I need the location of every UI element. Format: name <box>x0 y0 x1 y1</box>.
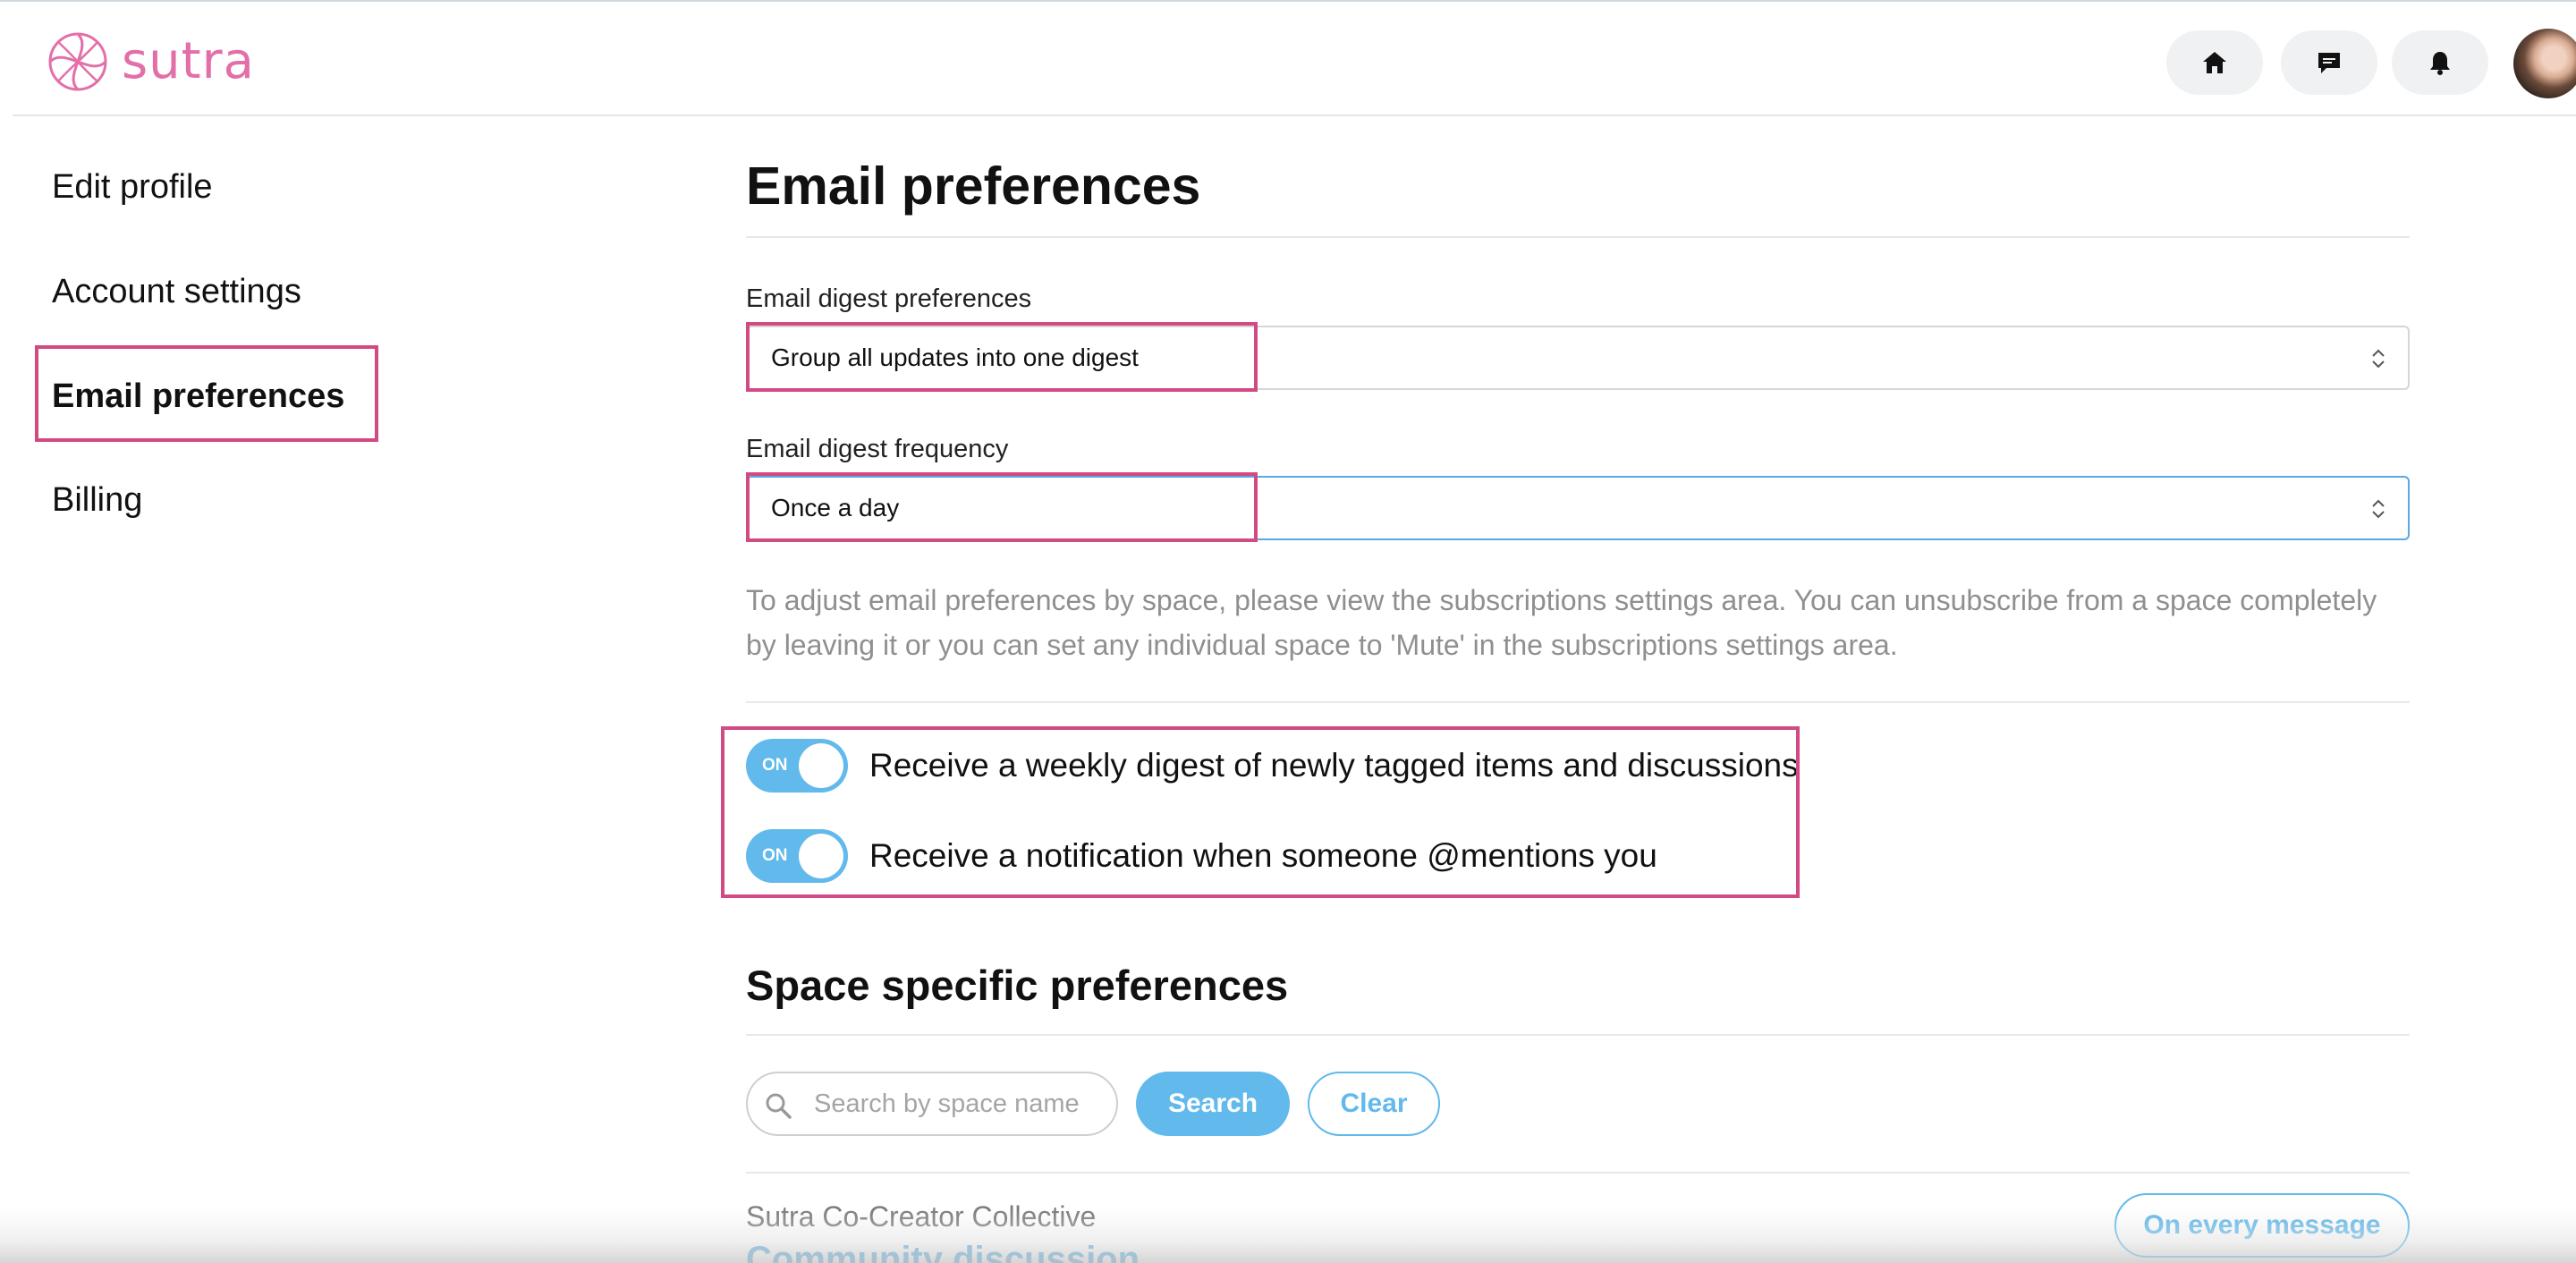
sutra-logo-icon <box>48 32 107 91</box>
space-preferences-title: Space specific preferences <box>746 962 1289 1009</box>
mentions-toggle[interactable]: ON <box>746 829 848 883</box>
sidebar-item-billing[interactable]: Billing <box>52 481 142 520</box>
sutra-logo[interactable]: sutra <box>47 30 255 93</box>
toggle-knob <box>799 834 843 878</box>
mentions-label: Receive a notification when someone @men… <box>869 837 1657 874</box>
help-divider <box>746 701 2410 703</box>
weekly-digest-toggle[interactable]: ON <box>746 739 848 793</box>
search-icon <box>766 1093 792 1119</box>
bell-icon <box>2430 52 2450 75</box>
page-title: Email preferences <box>746 157 1201 216</box>
section-divider <box>746 1034 2410 1036</box>
toggle-knob <box>799 743 843 788</box>
toggle-state: ON <box>762 846 788 865</box>
digest-preferences-value: Group all updates into one digest <box>771 343 1139 371</box>
digest-frequency-select[interactable]: Once a day <box>746 476 2410 540</box>
weekly-digest-label: Receive a weekly digest of newly tagged … <box>869 747 1799 784</box>
list-divider <box>746 1172 2410 1174</box>
mentions-toggle-row[interactable]: ON Receive a notification when someone @… <box>746 829 1657 883</box>
notifications-button[interactable] <box>2392 30 2488 95</box>
help-text: To adjust email preferences by space, pl… <box>746 584 2377 661</box>
home-button[interactable] <box>2166 30 2263 95</box>
app-window: sutra Edit profile Account settings Emai… <box>0 0 2576 1263</box>
sidebar-highlight-box <box>35 345 378 442</box>
clear-button[interactable]: Clear <box>1308 1072 1440 1136</box>
select-chevron-icon <box>2372 499 2385 519</box>
search-button[interactable]: Search <box>1136 1072 1290 1136</box>
digest-preferences-select[interactable]: Group all updates into one digest <box>746 326 2410 390</box>
weekly-digest-toggle-row[interactable]: ON Receive a weekly digest of newly tagg… <box>746 739 1799 793</box>
space-search-box[interactable] <box>746 1072 1118 1136</box>
space-link[interactable]: Community discussion <box>746 1240 1140 1263</box>
sidebar-item-edit-profile[interactable]: Edit profile <box>52 168 213 207</box>
messages-button[interactable] <box>2281 30 2377 95</box>
title-divider <box>746 236 2410 238</box>
digest-frequency-value: Once a day <box>771 494 900 521</box>
toggle-state: ON <box>762 756 788 775</box>
select-chevron-icon <box>2372 349 2385 369</box>
space-search-input[interactable] <box>814 1084 1100 1123</box>
notification-frequency-button[interactable]: On every message <box>2114 1193 2410 1258</box>
home-icon <box>2203 52 2226 73</box>
space-name: Sutra Co-Creator Collective <box>746 1200 1097 1233</box>
sidebar-item-account-settings[interactable]: Account settings <box>52 273 301 311</box>
header: sutra <box>13 2 2576 116</box>
digest-preferences-label: Email digest preferences <box>746 284 1032 313</box>
chat-icon <box>2318 53 2340 73</box>
digest-frequency-label: Email digest frequency <box>746 435 1009 463</box>
user-avatar[interactable] <box>2513 29 2576 98</box>
brand-name: sutra <box>122 32 255 90</box>
